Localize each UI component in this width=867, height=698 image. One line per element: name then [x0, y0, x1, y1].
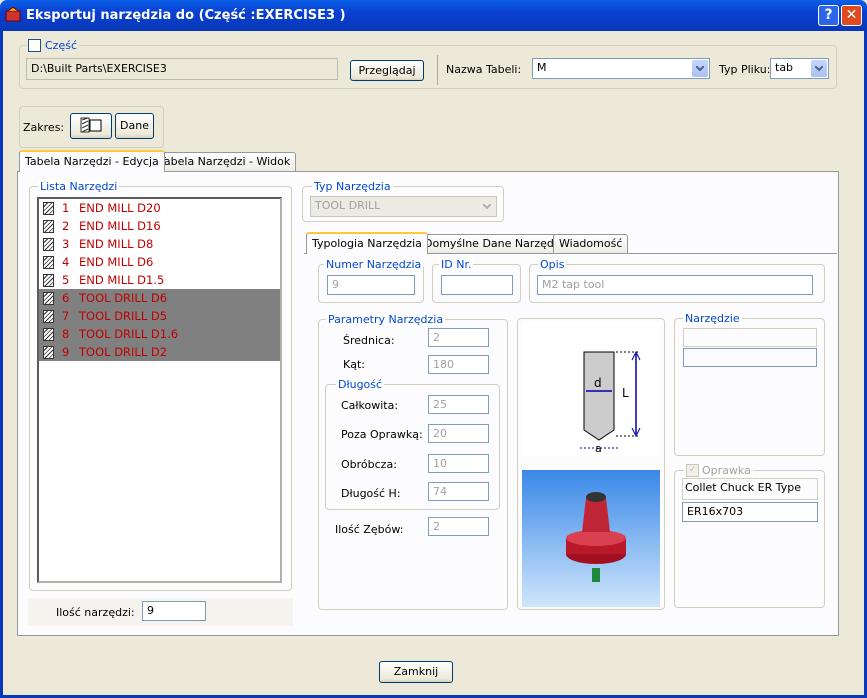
part-checkbox-label: Część	[45, 39, 78, 52]
chevron-down-icon[interactable]	[811, 60, 827, 77]
params-legend: Parametry Narzędzia	[326, 313, 446, 326]
description-legend: Opis	[538, 258, 567, 271]
end-mill-icon	[43, 237, 54, 251]
end-mill-icon	[43, 273, 54, 287]
tool-type-select[interactable]: TOOL DRILL	[310, 196, 497, 217]
list-item[interactable]: 8 TOOL DRILL D1.6	[39, 325, 280, 343]
holder-field[interactable]: ER16x703	[682, 502, 818, 522]
tool-3d-preview	[522, 470, 660, 607]
range-view-icon	[80, 117, 102, 136]
tab-default-data[interactable]: Domyślne Dane Narzędzia	[418, 234, 576, 253]
table-name-select[interactable]: M	[532, 58, 710, 79]
chevron-down-icon[interactable]	[692, 60, 708, 77]
tool-number-legend: Numer Narzędzia	[324, 258, 424, 271]
tool-line-1	[683, 328, 817, 347]
tool-diagram: d L a	[522, 322, 660, 456]
close-window-button[interactable]: ✕	[841, 5, 862, 26]
help-button[interactable]: ?	[818, 5, 839, 26]
drill-icon	[43, 327, 54, 341]
part-legend: Część	[26, 39, 80, 52]
tool-count-field[interactable]: 9	[142, 601, 206, 621]
tool-type-value: TOOL DRILL	[315, 199, 381, 212]
holder-legend-label: Oprawka	[702, 464, 751, 477]
angle-label: Kąt:	[343, 358, 365, 371]
outside-holder-field[interactable]: 20	[428, 424, 489, 443]
length-h-label: Długość H:	[341, 487, 401, 500]
diagram-d-label: d	[594, 376, 602, 390]
tool-list[interactable]: 1 END MILL D20 2 END MILL D16 3 END MILL D8…	[37, 197, 282, 583]
file-type-value: tab	[775, 61, 794, 74]
tool-list-legend: Lista Narzędzi	[38, 180, 120, 193]
id-legend: ID Nr.	[439, 258, 474, 271]
diameter-label: Średnica:	[343, 334, 395, 347]
drill-icon	[43, 309, 54, 323]
window-title: Eksportuj narzędzia do (Część :EXERCISE3…	[26, 8, 346, 23]
tab-edit[interactable]: Tabela Narzędzi - Edycja	[19, 150, 165, 172]
tab-view[interactable]: Tabela Narzędzi - Widok	[153, 152, 297, 171]
part-checkbox[interactable]	[28, 39, 41, 52]
description-field[interactable]: M2 tap tool	[537, 275, 813, 295]
file-type-select[interactable]: tab	[770, 58, 829, 79]
holder-checkbox[interactable]: ✓	[686, 464, 699, 477]
tool-count-label: Ilość narzędzi:	[56, 606, 135, 619]
diagram-l-label: L	[622, 386, 629, 400]
file-type-label: Typ Pliku:	[719, 63, 771, 76]
path-field: D:\Built Parts\EXERCISE3	[26, 58, 338, 80]
total-length-label: Całkowita:	[341, 399, 399, 412]
chevron-down-icon[interactable]	[479, 198, 495, 215]
list-item[interactable]: 2 END MILL D16	[39, 217, 280, 235]
diagram-a-label: a	[595, 442, 602, 455]
browse-button[interactable]: Przeglądaj	[350, 60, 424, 81]
holder-legend: ✓ Oprawka	[684, 464, 753, 477]
list-item[interactable]: 5 END MILL D1.5	[39, 271, 280, 289]
table-name-label: Nazwa Tabeli:	[446, 63, 522, 76]
teeth-count-field[interactable]: 2	[428, 517, 489, 536]
tool-line-2[interactable]	[683, 348, 817, 367]
end-mill-icon	[43, 219, 54, 233]
drill-icon	[43, 345, 54, 359]
drill-icon	[43, 291, 54, 305]
list-item[interactable]: 9 TOOL DRILL D2	[39, 343, 280, 361]
list-item[interactable]: 4 END MILL D6	[39, 253, 280, 271]
end-mill-icon	[43, 201, 54, 215]
machining-length-field[interactable]: 10	[428, 454, 489, 473]
tab-message[interactable]: Wiadomość	[553, 234, 629, 253]
holder-type: Collet Chuck ER Type	[682, 478, 818, 500]
range-view-button[interactable]	[70, 113, 112, 139]
outside-holder-label: Poza Oprawką:	[341, 428, 423, 441]
close-button[interactable]: Zamknij	[379, 661, 453, 683]
machining-length-label: Obróbcza:	[341, 458, 397, 471]
angle-field[interactable]: 180	[428, 355, 489, 374]
total-length-field[interactable]: 25	[428, 395, 489, 414]
list-item[interactable]: 6 TOOL DRILL D6	[39, 289, 280, 307]
range-label: Zakres:	[23, 121, 65, 134]
teeth-count-label: Ilość Zębów:	[335, 523, 404, 536]
length-legend: Długość	[336, 378, 385, 391]
length-h-field[interactable]: 74	[428, 482, 489, 501]
id-field[interactable]	[441, 275, 513, 295]
separator	[437, 55, 438, 85]
data-button[interactable]: Dane	[115, 113, 154, 139]
list-item[interactable]: 7 TOOL DRILL D5	[39, 307, 280, 325]
tool-type-legend: Typ Narzędzia	[312, 180, 393, 193]
end-mill-icon	[43, 255, 54, 269]
list-item[interactable]: 1 END MILL D20	[39, 199, 280, 217]
app-icon	[5, 6, 21, 23]
tab-typology[interactable]: Typologia Narzędzia	[306, 232, 428, 254]
table-name-value: M	[537, 61, 547, 74]
tool-legend: Narzędzie	[683, 312, 742, 325]
list-item[interactable]: 3 END MILL D8	[39, 235, 280, 253]
tool-number-field[interactable]: 9	[327, 275, 415, 295]
diameter-field[interactable]: 2	[428, 328, 489, 347]
